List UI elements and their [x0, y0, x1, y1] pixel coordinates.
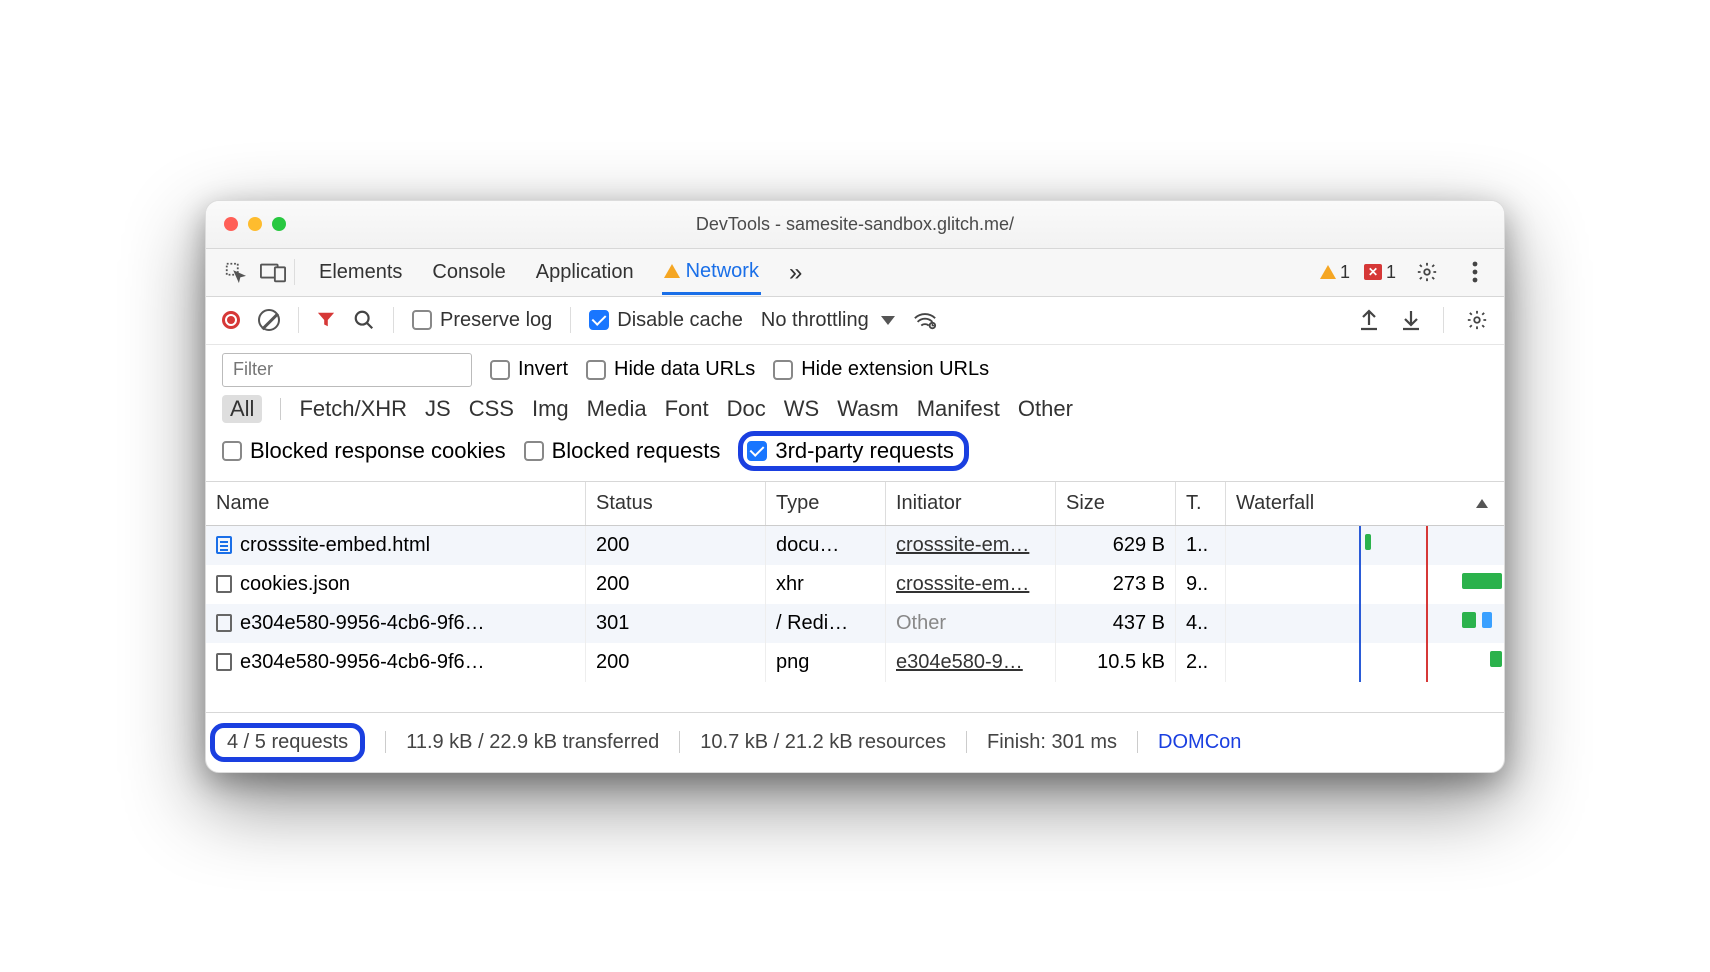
- table-row[interactable]: e304e580-9956-4cb6-9f6… 200 png e304e580…: [206, 643, 1504, 682]
- col-waterfall[interactable]: Waterfall: [1226, 482, 1504, 525]
- requests-highlight: 4 / 5 requests: [210, 723, 365, 762]
- warning-count[interactable]: 1: [1320, 262, 1350, 283]
- network-table-header: Name Status Type Initiator Size T. Water…: [206, 482, 1504, 526]
- col-size[interactable]: Size: [1056, 482, 1176, 525]
- status-domcontent: DOMCon: [1158, 731, 1241, 754]
- error-icon: ✕: [1364, 264, 1382, 280]
- file-icon: [216, 614, 232, 632]
- status-requests: 4 / 5 requests: [227, 731, 348, 753]
- warning-icon: [1320, 265, 1336, 279]
- preserve-log-checkbox[interactable]: Preserve log: [412, 309, 552, 332]
- panel-tabs: Elements Console Application Network »: [317, 249, 804, 296]
- inspect-icon[interactable]: [218, 255, 252, 289]
- clear-button[interactable]: [258, 309, 280, 331]
- export-har-icon[interactable]: [1359, 309, 1379, 331]
- filter-input[interactable]: [222, 353, 472, 387]
- network-conditions-icon[interactable]: [913, 309, 937, 331]
- type-css[interactable]: CSS: [469, 396, 514, 422]
- waterfall-cell: [1226, 604, 1504, 643]
- record-button[interactable]: [222, 311, 240, 329]
- kebab-icon[interactable]: [1458, 255, 1492, 289]
- filter-row: Invert Hide data URLs Hide extension URL…: [206, 345, 1504, 391]
- status-transferred: 11.9 kB / 22.9 kB transferred: [406, 731, 659, 754]
- network-table-body: crosssite-embed.html 200 docu… crosssite…: [206, 526, 1504, 712]
- status-resources: 10.7 kB / 21.2 kB resources: [700, 731, 946, 754]
- type-img[interactable]: Img: [532, 396, 569, 422]
- network-toolbar: Preserve log Disable cache No throttling: [206, 297, 1504, 345]
- initiator-link[interactable]: e304e580-9…: [896, 651, 1023, 674]
- window-titlebar: DevTools - samesite-sandbox.glitch.me/: [206, 201, 1504, 249]
- filter-funnel-icon[interactable]: [317, 311, 335, 329]
- waterfall-cell: [1226, 565, 1504, 604]
- type-js[interactable]: JS: [425, 396, 451, 422]
- tab-console[interactable]: Console: [430, 251, 507, 293]
- hide-data-urls-checkbox[interactable]: Hide data URLs: [586, 358, 755, 381]
- col-type[interactable]: Type: [766, 482, 886, 525]
- blocked-cookies-checkbox[interactable]: Blocked response cookies: [222, 438, 506, 464]
- waterfall-cell: [1226, 643, 1504, 682]
- network-settings-icon[interactable]: [1466, 309, 1488, 331]
- window-title: DevTools - samesite-sandbox.glitch.me/: [206, 214, 1504, 235]
- type-fetchxhr[interactable]: Fetch/XHR: [299, 396, 407, 422]
- status-finish: Finish: 301 ms: [987, 731, 1117, 754]
- type-media[interactable]: Media: [587, 396, 647, 422]
- third-party-highlight: 3rd-party requests: [738, 431, 969, 471]
- import-har-icon[interactable]: [1401, 309, 1421, 331]
- type-all[interactable]: All: [222, 395, 262, 423]
- file-icon: [216, 575, 232, 593]
- col-name[interactable]: Name: [206, 482, 586, 525]
- initiator-other: Other: [896, 612, 946, 635]
- device-toggle-icon[interactable]: [256, 255, 290, 289]
- file-icon: [216, 653, 232, 671]
- tab-network[interactable]: Network: [662, 250, 761, 295]
- type-ws[interactable]: WS: [784, 396, 819, 422]
- sort-asc-icon: [1476, 499, 1488, 508]
- tab-application[interactable]: Application: [534, 251, 636, 293]
- table-row[interactable]: crosssite-embed.html 200 docu… crosssite…: [206, 526, 1504, 565]
- table-row[interactable]: cookies.json 200 xhr crosssite-em… 273 B…: [206, 565, 1504, 604]
- panel-tabbar: Elements Console Application Network » 1…: [206, 249, 1504, 297]
- chevron-down-icon: [881, 316, 895, 325]
- devtools-window: DevTools - samesite-sandbox.glitch.me/ E…: [205, 200, 1505, 773]
- disable-cache-checkbox[interactable]: Disable cache: [589, 309, 743, 332]
- blocked-requests-checkbox[interactable]: Blocked requests: [524, 438, 721, 464]
- hide-extension-urls-checkbox[interactable]: Hide extension URLs: [773, 358, 989, 381]
- error-count[interactable]: ✕ 1: [1364, 262, 1396, 283]
- type-filter-row: All Fetch/XHR JS CSS Img Media Font Doc …: [206, 391, 1504, 429]
- type-font[interactable]: Font: [665, 396, 709, 422]
- type-wasm[interactable]: Wasm: [837, 396, 899, 422]
- type-manifest[interactable]: Manifest: [917, 396, 1000, 422]
- table-row[interactable]: e304e580-9956-4cb6-9f6… 301 / Redi… Othe…: [206, 604, 1504, 643]
- col-status[interactable]: Status: [586, 482, 766, 525]
- invert-checkbox[interactable]: Invert: [490, 358, 568, 381]
- warning-icon: [664, 264, 680, 278]
- settings-icon[interactable]: [1410, 255, 1444, 289]
- advanced-filters-row: Blocked response cookies Blocked request…: [206, 429, 1504, 482]
- tabs-overflow-icon[interactable]: »: [787, 249, 804, 296]
- throttling-select[interactable]: No throttling: [761, 309, 895, 332]
- initiator-link[interactable]: crosssite-em…: [896, 534, 1029, 557]
- type-doc[interactable]: Doc: [727, 396, 766, 422]
- search-icon[interactable]: [353, 309, 375, 331]
- document-icon: [216, 536, 232, 554]
- col-initiator[interactable]: Initiator: [886, 482, 1056, 525]
- initiator-link[interactable]: crosssite-em…: [896, 573, 1029, 596]
- tab-elements[interactable]: Elements: [317, 251, 404, 293]
- type-other[interactable]: Other: [1018, 396, 1073, 422]
- waterfall-cell: [1226, 526, 1504, 565]
- status-bar: 4 / 5 requests 11.9 kB / 22.9 kB transfe…: [206, 712, 1504, 772]
- third-party-checkbox[interactable]: 3rd-party requests: [747, 438, 954, 464]
- col-time[interactable]: T.: [1176, 482, 1226, 525]
